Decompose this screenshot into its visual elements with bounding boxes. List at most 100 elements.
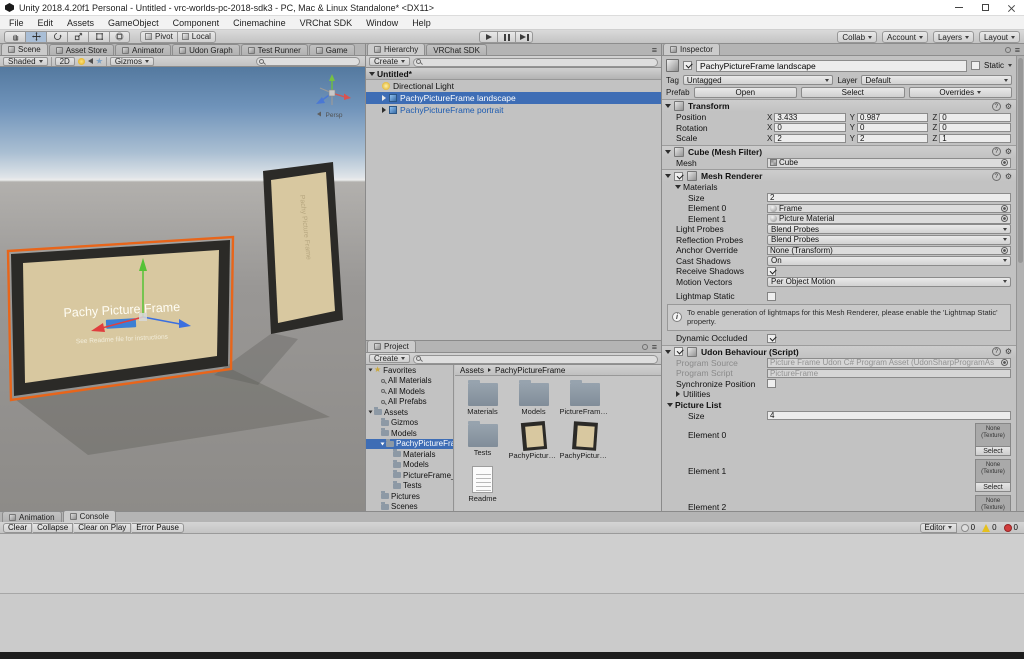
tree-assets[interactable]: Assets [366,407,453,418]
tab-game[interactable]: Game [309,44,355,55]
hierarchy-item-directional-light[interactable]: Directional Light [366,80,661,92]
hierarchy-create-button[interactable]: Create [369,57,410,66]
rect-tool-button[interactable] [88,31,109,43]
menu-file[interactable]: File [2,18,31,28]
foldout-icon[interactable] [369,72,375,76]
breadcrumb-current[interactable]: PachyPictureFrame [495,366,565,375]
asset-folder-tests[interactable]: Tests [457,420,508,460]
scene-search-input[interactable] [256,57,360,66]
prefab-select-button[interactable]: Select [801,87,904,98]
gear-icon[interactable]: ⚙ [1005,147,1012,156]
layer-dropdown[interactable]: Default [861,75,1012,85]
asset-prefab-landscape[interactable]: PachyPictureFra... [508,420,559,460]
picture-element-2-texture-slot[interactable]: None (Texture) Select [975,495,1011,511]
tab-console[interactable]: Console [63,510,116,522]
foldout-icon[interactable] [675,185,681,189]
panel-menu-icon[interactable]: ≡ [648,342,661,352]
console-warning-count[interactable]: 0 [979,523,999,532]
gizmos-dropdown[interactable]: Gizmos [110,57,154,66]
tab-scene[interactable]: Scene [1,43,48,55]
gear-icon[interactable]: ⚙ [1005,347,1012,356]
foldout-icon[interactable] [382,107,386,113]
menu-window[interactable]: Window [359,18,405,28]
scrollbar-thumb[interactable] [1018,58,1023,263]
foldout-icon[interactable] [676,391,680,397]
udon-behaviour-component-header[interactable]: Udon Behaviour (Script) ?⚙ [662,345,1016,358]
play-button[interactable] [479,31,497,43]
rotation-x-field[interactable]: 0 [774,123,845,132]
project-search-input[interactable] [413,355,658,364]
foldout-icon[interactable] [381,442,385,445]
static-dropdown-icon[interactable] [1008,64,1012,67]
local-button[interactable]: Local [177,31,216,43]
tree-favorites[interactable]: ★Favorites [366,365,453,376]
console-error-pause-button[interactable]: Error Pause [132,523,184,533]
material-element1-field[interactable]: Picture Material [767,214,1011,224]
tree-materials[interactable]: Materials [366,449,453,460]
menu-edit[interactable]: Edit [31,18,61,28]
rotation-y-field[interactable]: 0 [857,123,928,132]
position-y-field[interactable]: 0.987 [857,113,928,122]
tree-gizmos[interactable]: Gizmos [366,418,453,429]
tab-animator[interactable]: Animator [115,44,171,55]
anchor-override-field[interactable]: None (Transform) [767,246,1011,256]
asset-readme[interactable]: Readme [457,464,508,503]
picture-list-foldout[interactable]: Picture List [662,400,1016,411]
component-enabled-checkbox[interactable] [674,172,683,181]
console-clear-button[interactable]: Clear [3,523,32,533]
active-checkbox[interactable] [683,61,692,70]
object-picker-icon[interactable] [1001,215,1008,222]
gear-icon[interactable]: ⚙ [1005,172,1012,181]
menu-component[interactable]: Component [166,18,227,28]
tree-all-materials[interactable]: All Materials [366,376,453,387]
help-icon[interactable]: ? [992,347,1001,356]
foldout-icon[interactable] [665,104,671,108]
minimize-button[interactable] [946,0,972,15]
foldout-icon[interactable] [665,350,671,354]
pause-button[interactable] [497,31,515,43]
pivot-button[interactable]: Pivot [140,31,177,43]
prefab-open-button[interactable]: Open [694,87,797,98]
console-log-list[interactable] [0,534,1024,594]
lightmap-static-checkbox[interactable] [767,292,776,301]
motion-vectors-dropdown[interactable]: Per Object Motion [767,277,1011,287]
material-element0-field[interactable]: Frame [767,204,1011,214]
hierarchy-search-input[interactable] [413,58,658,67]
scene-lighting-toggle-icon[interactable] [78,58,85,65]
tab-asset-store[interactable]: Asset Store [49,44,114,55]
console-log-area[interactable] [0,534,1024,652]
hand-tool-button[interactable] [4,31,25,43]
tree-pachypictureframe[interactable]: PachyPictureFrame [366,439,453,450]
rotation-z-field[interactable]: 0 [939,123,1011,132]
persp-label[interactable]: Persp [326,112,343,119]
project-create-button[interactable]: Create [369,354,410,363]
layout-button[interactable]: Layout [979,31,1020,43]
position-z-field[interactable]: 0 [939,113,1011,122]
hierarchy-item-pachypictureframe-landscape[interactable]: PachyPictureFrame landscape [366,92,661,104]
hierarchy-item-pachypictureframe-portrait[interactable]: PachyPictureFrame portrait [366,104,661,116]
tree-scenes[interactable]: Scenes [366,502,453,512]
gear-icon[interactable]: ⚙ [1005,102,1012,111]
asset-folder-models[interactable]: Models [508,379,559,416]
menu-help[interactable]: Help [405,18,438,28]
transform-component-header[interactable]: Transform ?⚙ [662,99,1016,112]
position-x-field[interactable]: 3.433 [774,113,845,122]
gizmo-z-cone[interactable] [316,97,325,104]
tab-inspector[interactable]: Inspector [663,43,720,55]
hierarchy-scene-row[interactable]: Untitled* [366,68,661,80]
console-editor-dropdown[interactable]: Editor [920,523,957,533]
panel-menu-icon[interactable]: ≡ [648,45,661,55]
mesh-filter-component-header[interactable]: Cube (Mesh Filter) ?⚙ [662,145,1016,158]
scale-x-field[interactable]: 2 [774,134,845,143]
close-button[interactable] [998,0,1024,15]
tab-hierarchy[interactable]: Hierarchy [367,43,425,55]
help-icon[interactable]: ? [992,172,1001,181]
picture-element-0-texture-slot[interactable]: None (Texture) Select [975,423,1011,456]
menu-cinemachine[interactable]: Cinemachine [226,18,293,28]
dynamic-occluded-checkbox[interactable] [767,334,776,343]
portrait-frame-object[interactable]: Pachy Picture Frame [263,162,343,334]
foldout-icon[interactable] [382,95,386,101]
tree-pictures[interactable]: Pictures [366,491,453,502]
panel-menu-icon[interactable]: ≡ [1011,45,1024,55]
foldout-icon[interactable] [665,174,671,178]
